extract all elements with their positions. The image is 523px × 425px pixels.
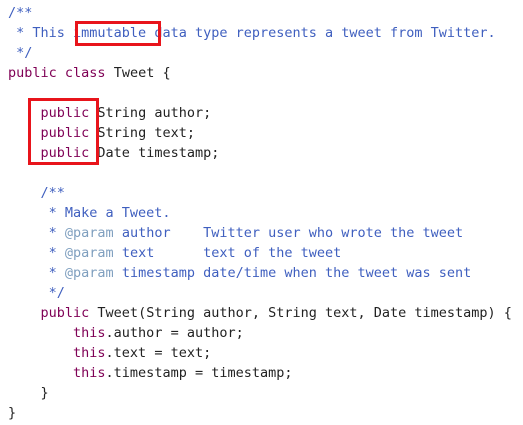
code-line: } [8,403,523,423]
comment-token: text text of the tweet [113,245,342,261]
code-line: */ [8,43,523,63]
code-line: /** [8,3,523,23]
code-listing: /** * This immutable data type represent… [0,0,523,425]
code-token: String author; [89,105,212,121]
code-line: * @param timestamp date/time when the tw… [8,263,523,283]
code-token: Tweet(String author, String text, Date t… [89,305,512,321]
comment-token: /** [8,5,33,21]
code-token: Tweet { [105,65,171,81]
code-line: public Tweet(String author, String text,… [8,303,523,323]
comment-token: timestamp date/time when the tweet was s… [113,265,472,281]
comment-token: */ [8,285,65,301]
comment-token: @param [64,225,114,241]
code-token: .author = author; [105,325,244,341]
code-token: String text; [89,125,195,141]
code-line: */ [8,283,523,303]
code-line: public Date timestamp; [8,143,523,163]
code-line: * This immutable data type represents a … [8,23,523,43]
code-line: public String text; [8,123,523,143]
code-line: * @param text text of the tweet [8,243,523,263]
keyword-token: public [8,65,57,81]
comment-token: author Twitter user who wrote the tweet [113,225,464,241]
code-line: } [8,383,523,403]
code-line: public class Tweet { [8,63,523,83]
comment-token: @param [64,245,114,261]
keyword-token: public [40,125,90,141]
code-line: this.timestamp = timestamp; [8,363,523,383]
comment-token: * [8,225,65,241]
comment-token: @param [64,265,114,281]
keyword-token: class [64,65,106,81]
code-token: .timestamp = timestamp; [105,365,293,381]
keyword-token: this [73,345,106,361]
keyword-token: public [40,145,90,161]
code-line: this.author = author; [8,323,523,343]
code-line: * Make a Tweet. [8,203,523,223]
code-token: .text = text; [105,345,212,361]
code-token: Date timestamp; [89,145,220,161]
code-line: this.text = text; [8,343,523,363]
keyword-token: this [73,325,106,341]
code-line: public String author; [8,103,523,123]
comment-token: /** [8,185,65,201]
comment-token: immutable [73,25,147,41]
code-line: * @param author Twitter user who wrote t… [8,223,523,243]
code-token: } [8,385,49,401]
code-lines: /** * This immutable data type represent… [8,3,523,423]
comment-token: * This [8,25,74,41]
code-token: } [8,405,17,421]
comment-token: * Make a Tweet. [8,205,171,221]
comment-token: * [8,245,65,261]
comment-token: * [8,265,65,281]
keyword-token: public [40,305,90,321]
keyword-token: public [40,105,90,121]
keyword-token: this [73,365,106,381]
comment-token: data type represents a tweet from Twitte… [146,25,496,41]
code-line: /** [8,183,523,203]
comment-token: */ [8,45,33,61]
